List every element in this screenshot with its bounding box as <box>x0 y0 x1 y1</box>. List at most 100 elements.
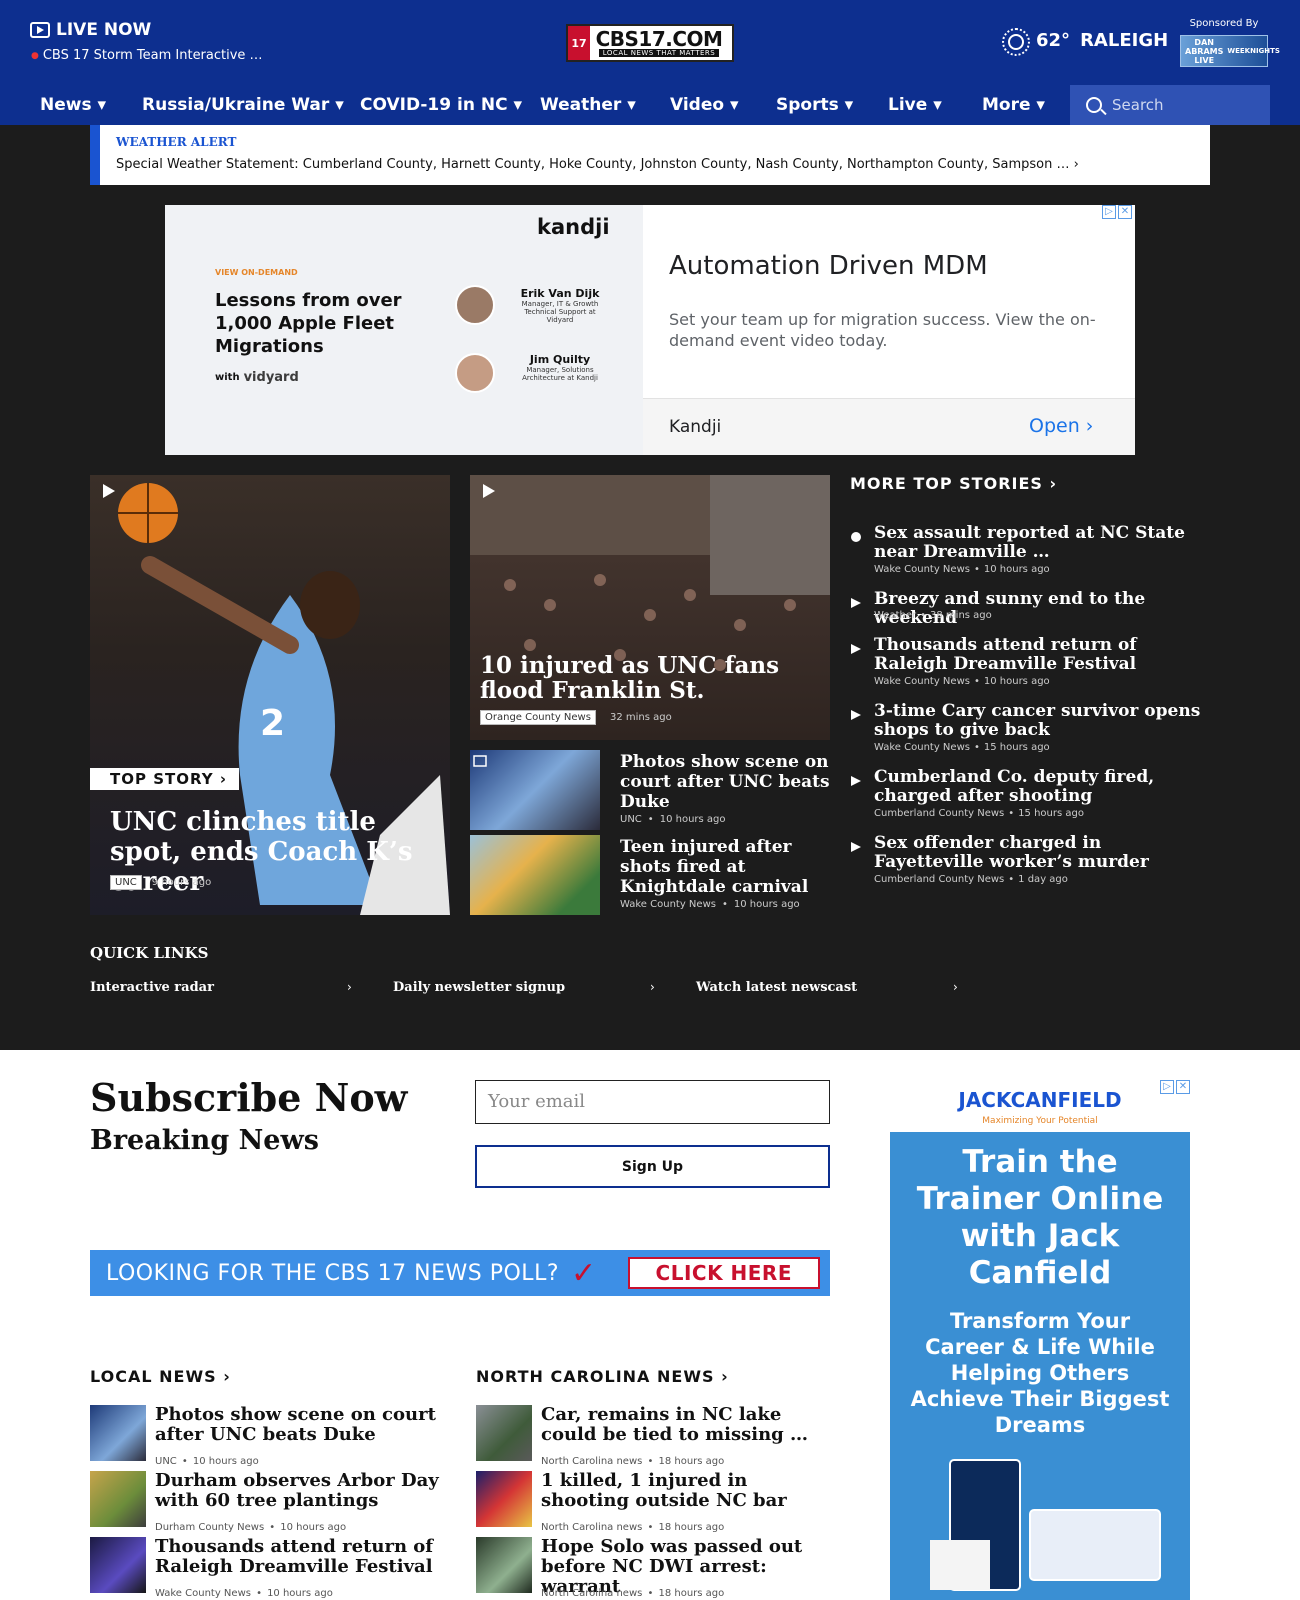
category-link[interactable]: Weather <box>874 610 916 621</box>
sign-up-button[interactable]: Sign Up <box>475 1145 830 1188</box>
speaker1-name: Erik Van Dijk <box>520 287 600 300</box>
logo-text: CBS17.COM <box>595 27 723 51</box>
headline[interactable]: Durham observes Arbor Day with 60 tree p… <box>155 1471 450 1511</box>
thumbnail[interactable] <box>90 1405 146 1461</box>
weather-widget[interactable]: 62° RALEIGH <box>1002 28 1168 56</box>
category-link[interactable]: Durham County News <box>155 1522 264 1533</box>
headline[interactable]: 1 killed, 1 injured in shooting outside … <box>541 1471 836 1511</box>
category-link[interactable]: Wake County News <box>620 899 716 910</box>
category-link[interactable]: North Carolina news <box>541 1522 642 1533</box>
quick-links-heading: QUICK LINKS <box>90 944 209 962</box>
nav-covid[interactable]: COVID-19 in NC ▾ <box>360 85 522 125</box>
photo-gallery-icon <box>473 755 487 767</box>
category-link[interactable]: North Carolina news <box>541 1588 642 1599</box>
category-tag[interactable]: Orange County News <box>480 710 596 725</box>
separator: • <box>973 742 980 753</box>
jack-canfield-ad[interactable]: JACKCANFIELD Maximizing Your Potential T… <box>890 1080 1190 1600</box>
thumbnail[interactable] <box>476 1405 532 1461</box>
more-top-stories-heading[interactable]: MORE TOP STORIES › <box>850 474 1057 493</box>
timestamp: 15 hours ago <box>1018 808 1084 819</box>
category-link[interactable]: Cumberland County News <box>874 808 1004 819</box>
category-link[interactable]: Cumberland County News <box>874 874 1004 885</box>
adchoices-icon[interactable]: ▷ <box>1160 1080 1174 1094</box>
speaker2-name: Jim Quilty <box>529 353 591 366</box>
more-story-title[interactable]: Sex offender charged in Fayetteville wor… <box>874 834 1210 872</box>
thumbnail[interactable] <box>90 1471 146 1527</box>
small-story-thumb-1[interactable] <box>470 750 600 830</box>
sponsor-name: DAN ABRAMS LIVE <box>1185 37 1224 65</box>
category-link[interactable]: Wake County News <box>155 1588 251 1599</box>
nav-video[interactable]: Video ▾ <box>670 85 739 125</box>
ad-footer[interactable]: Kandji Open › <box>643 398 1135 455</box>
small-story-meta-2: Wake County News • 10 hours ago <box>620 899 800 910</box>
ad-open-button[interactable]: Open › <box>1029 415 1093 437</box>
headline[interactable]: Thousands attend return of Raleigh Dream… <box>155 1537 450 1577</box>
search-box[interactable]: Search <box>1070 85 1270 125</box>
chevron-right-icon: › <box>223 1367 231 1386</box>
poll-banner[interactable]: LOOKING FOR THE CBS 17 NEWS POLL? ✓ CLIC… <box>90 1250 830 1296</box>
thumbnail[interactable] <box>90 1537 146 1593</box>
more-story-title[interactable]: 3-time Cary cancer survivor opens shops … <box>874 702 1210 740</box>
search-input[interactable]: Search <box>1112 96 1164 114</box>
sponsor-block[interactable]: Sponsored By DAN ABRAMS LIVE WEEKNIGHTS <box>1180 18 1280 67</box>
category-link[interactable]: UNC <box>155 1456 177 1467</box>
ad-body: Set your team up for migration success. … <box>669 310 1096 350</box>
timestamp: 18 hours ago <box>658 1588 725 1599</box>
live-stream-link[interactable]: ● CBS 17 Storm Team Interactive … <box>31 48 263 63</box>
small-story-title-1[interactable]: Photos show scene on court after UNC bea… <box>620 752 830 812</box>
adchoices-icon[interactable]: ▷ <box>1102 205 1116 219</box>
kandji-ad[interactable]: kandji VIEW ON-DEMAND Lessons from over … <box>165 205 1135 455</box>
nav-weather[interactable]: Weather ▾ <box>540 85 636 125</box>
thumbnail[interactable] <box>476 1537 532 1593</box>
nav-live[interactable]: Live ▾ <box>888 85 942 125</box>
ad-close-icon[interactable]: ✕ <box>1118 205 1132 219</box>
weather-alert-message[interactable]: Special Weather Statement: Cumberland Co… <box>116 157 1079 172</box>
more-story-title[interactable]: Breezy and sunny end to the weekend <box>874 590 1210 628</box>
thumbnail[interactable] <box>476 1471 532 1527</box>
quick-link-newsletter[interactable]: Daily newsletter signup <box>393 980 565 995</box>
small-story-thumb-2[interactable] <box>470 835 600 915</box>
second-story-card[interactable]: 10 injured as UNC fans flood Franklin St… <box>470 475 830 740</box>
category-tag[interactable]: UNC <box>110 875 142 890</box>
headline[interactable]: Car, remains in NC lake could be tied to… <box>541 1405 836 1445</box>
separator: • <box>269 1522 276 1533</box>
nav-more[interactable]: More ▾ <box>982 85 1045 125</box>
quick-link-newscast[interactable]: Watch latest newscast <box>696 980 857 995</box>
more-story-title[interactable]: Cumberland Co. deputy fired, charged aft… <box>874 768 1210 806</box>
site-logo[interactable]: 17 CBS17.COM LOCAL NEWS THAT MATTERS <box>566 24 734 62</box>
ad-close-icon[interactable]: ✕ <box>1176 1080 1190 1094</box>
nc-news-heading[interactable]: NORTH CAROLINA NEWS › <box>476 1367 729 1386</box>
top-story-card[interactable]: 2 TOP STORY › UNC clinches title spot, e… <box>90 475 450 915</box>
nav-sports[interactable]: Sports ▾ <box>776 85 853 125</box>
ad2-brand-sub: Maximizing Your Potential <box>890 1116 1190 1132</box>
category-link[interactable]: UNC <box>620 814 642 825</box>
second-story-title[interactable]: 10 injured as UNC fans flood Franklin St… <box>480 653 820 703</box>
chevron-right-icon[interactable]: › <box>953 980 958 994</box>
ad-creative[interactable]: kandji VIEW ON-DEMAND Lessons from over … <box>165 205 643 455</box>
sponsored-by-label: Sponsored By <box>1189 18 1259 29</box>
nav-russia-ukraine[interactable]: Russia/Ukraine War ▾ <box>142 85 344 125</box>
category-link[interactable]: North Carolina news <box>541 1456 642 1467</box>
small-story-title-2[interactable]: Teen injured after shots fired at Knight… <box>620 837 830 897</box>
category-link[interactable]: Wake County News <box>874 742 970 753</box>
more-story-title[interactable]: Thousands attend return of Raleigh Dream… <box>874 636 1210 674</box>
weather-alert-banner[interactable]: WEATHER ALERT Special Weather Statement:… <box>90 125 1210 185</box>
live-now-link[interactable]: LIVE NOW <box>30 20 151 40</box>
timestamp: 18 hours ago <box>658 1522 725 1533</box>
headline[interactable]: Photos show scene on court after UNC bea… <box>155 1405 450 1445</box>
email-field[interactable]: Your email <box>475 1080 830 1124</box>
sponsor-logo[interactable]: DAN ABRAMS LIVE WEEKNIGHTS <box>1180 35 1280 67</box>
more-story-title[interactable]: Sex assault reported at NC State near Dr… <box>874 524 1210 562</box>
chevron-right-icon[interactable]: › <box>650 980 655 994</box>
speaker1: Erik Van Dijk Manager, IT & Growth Techn… <box>510 287 610 324</box>
category-link[interactable]: Wake County News <box>874 564 970 575</box>
chevron-right-icon[interactable]: › <box>347 980 352 994</box>
quick-link-radar[interactable]: Interactive radar <box>90 980 214 995</box>
chevron-right-icon: › <box>219 770 227 788</box>
category-link[interactable]: Wake County News <box>874 676 970 687</box>
timestamp: 10 hours ago <box>192 1456 259 1467</box>
nav-news[interactable]: News ▾ <box>40 85 106 125</box>
poll-click-here[interactable]: CLICK HERE <box>627 1257 820 1289</box>
play-icon <box>850 772 862 786</box>
local-news-heading[interactable]: LOCAL NEWS › <box>90 1367 231 1386</box>
